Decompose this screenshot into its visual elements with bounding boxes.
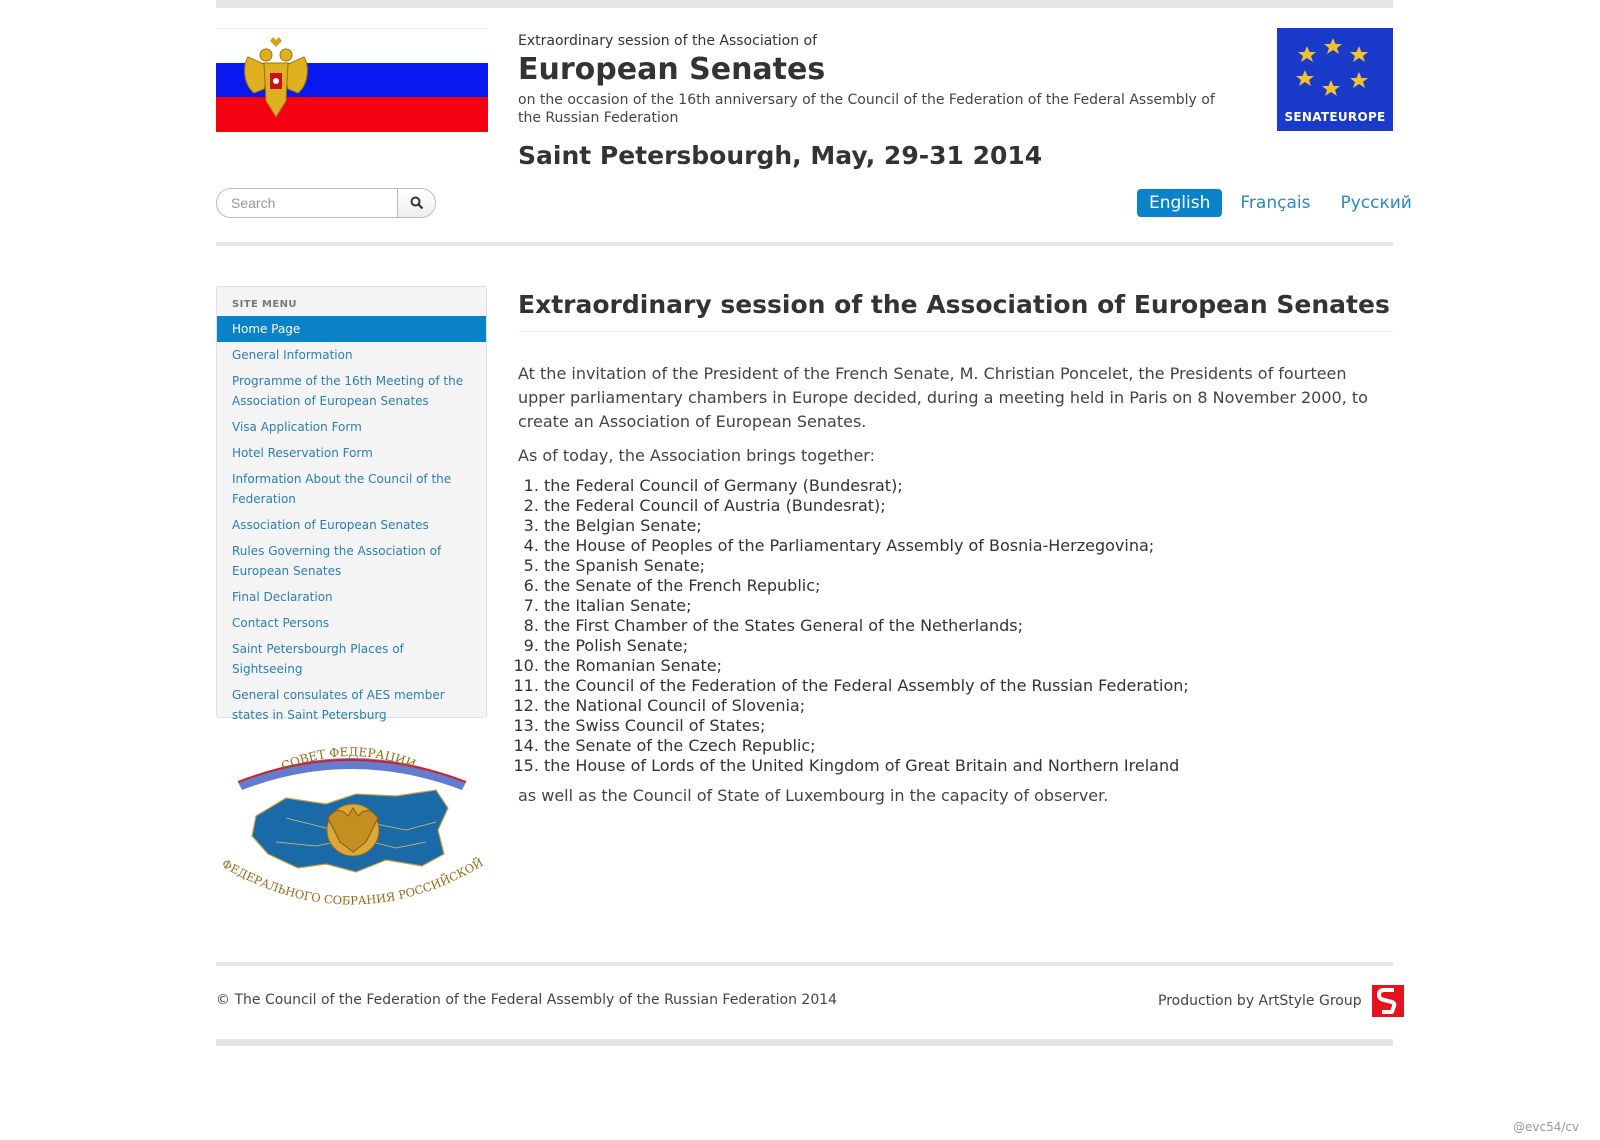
list-item: the Polish Senate; [544,636,1393,656]
list-item: the Council of the Federation of the Fed… [544,676,1393,696]
list-item: the House of Peoples of the Parliamentar… [544,536,1393,556]
event-date: Saint Petersbourgh, May, 29-31 2014 [518,141,1043,170]
top-bar [216,0,1393,8]
list-item: the National Council of Slovenia; [544,696,1393,716]
menu-item-association[interactable]: Association of European Senates [217,512,486,538]
watermark: @evc54/cv [1513,1120,1580,1134]
council-federation-logo[interactable]: СОВЕТ ФЕДЕРАЦИИ ФЕДЕРАЛЬНОГО СОБРАНИЯ РО… [216,738,487,913]
menu-item-hotel-form[interactable]: Hotel Reservation Form [217,440,486,466]
content-heading: Extraordinary session of the Association… [518,290,1393,332]
search-box [216,188,436,218]
site-menu-title: SITE MENU [232,299,297,310]
menu-item-general-information[interactable]: General Information [217,342,486,368]
list-item: the First Chamber of the States General … [544,616,1393,636]
lang-russian[interactable]: Русский [1328,189,1423,217]
footer-production: Production by ArtStyle Group [1158,985,1404,1017]
senateurope-logo[interactable]: SENATEUROPE [1277,28,1393,131]
footer-copyright: © The Council of the Federation of the F… [216,992,838,1008]
main-content: Extraordinary session of the Association… [518,290,1393,808]
footer-bottom-bar [216,1039,1393,1046]
stars-icon [1296,38,1368,96]
production-credit[interactable]: Production by ArtStyle Group [1158,993,1362,1009]
list-item: the Spanish Senate; [544,556,1393,576]
menu-item-consulates[interactable]: General consulates of AES member states … [217,682,486,728]
footer-divider [216,962,1393,966]
list-item: the Senate of the Czech Republic; [544,736,1393,756]
observer-paragraph: as well as the Council of State of Luxem… [518,786,1109,805]
list-item: the Swiss Council of States; [544,716,1393,736]
page-title: European Senates [518,52,826,87]
menu-item-visa-form[interactable]: Visa Application Form [217,414,486,440]
search-icon [410,196,423,210]
menu-item-contact-persons[interactable]: Contact Persons [217,610,486,636]
menu-item-programme[interactable]: Programme of the 16th Meeting of the Ass… [217,368,486,414]
header-subtitle: on the occasion of the 16th anniversary … [518,92,1215,126]
members-intro: As of today, the Association brings toge… [518,446,875,465]
artstyle-logo-icon[interactable] [1371,985,1404,1017]
menu-item-council-info[interactable]: Information About the Council of the Fed… [217,466,486,512]
list-item: the Senate of the French Republic; [544,576,1393,596]
menu-item-rules[interactable]: Rules Governing the Association of Europ… [217,538,486,584]
lang-english[interactable]: English [1137,189,1223,217]
intro-paragraph: At the invitation of the President of th… [518,364,1368,431]
russian-flag [216,28,488,132]
header-divider [216,242,1393,246]
menu-item-home[interactable]: Home Page [217,316,486,342]
list-item: the Romanian Senate; [544,656,1393,676]
search-button[interactable] [397,189,435,217]
logo-brand-text: SENATEUROPE [1284,110,1386,124]
list-item: the Italian Senate; [544,596,1393,616]
site-menu: SITE MENU Home Page General Information … [216,286,487,722]
lang-french[interactable]: Français [1228,189,1322,217]
header-pre-title: Extraordinary session of the Association… [518,33,818,49]
member-list: the Federal Council of Germany (Bundesra… [518,476,1393,776]
list-item: the Belgian Senate; [544,516,1393,536]
menu-item-sightseeing[interactable]: Saint Petersbourgh Places of Sightseeing [217,636,486,682]
list-item: the Federal Council of Austria (Bundesra… [544,496,1393,516]
menu-item-final-declaration[interactable]: Final Declaration [217,584,486,610]
list-item: the Federal Council of Germany (Bundesra… [544,476,1393,496]
list-item: the House of Lords of the United Kingdom… [544,756,1393,776]
language-switcher: English Français Русский [1137,189,1424,217]
double-headed-eagle-icon [244,37,308,118]
search-input[interactable] [217,189,397,217]
